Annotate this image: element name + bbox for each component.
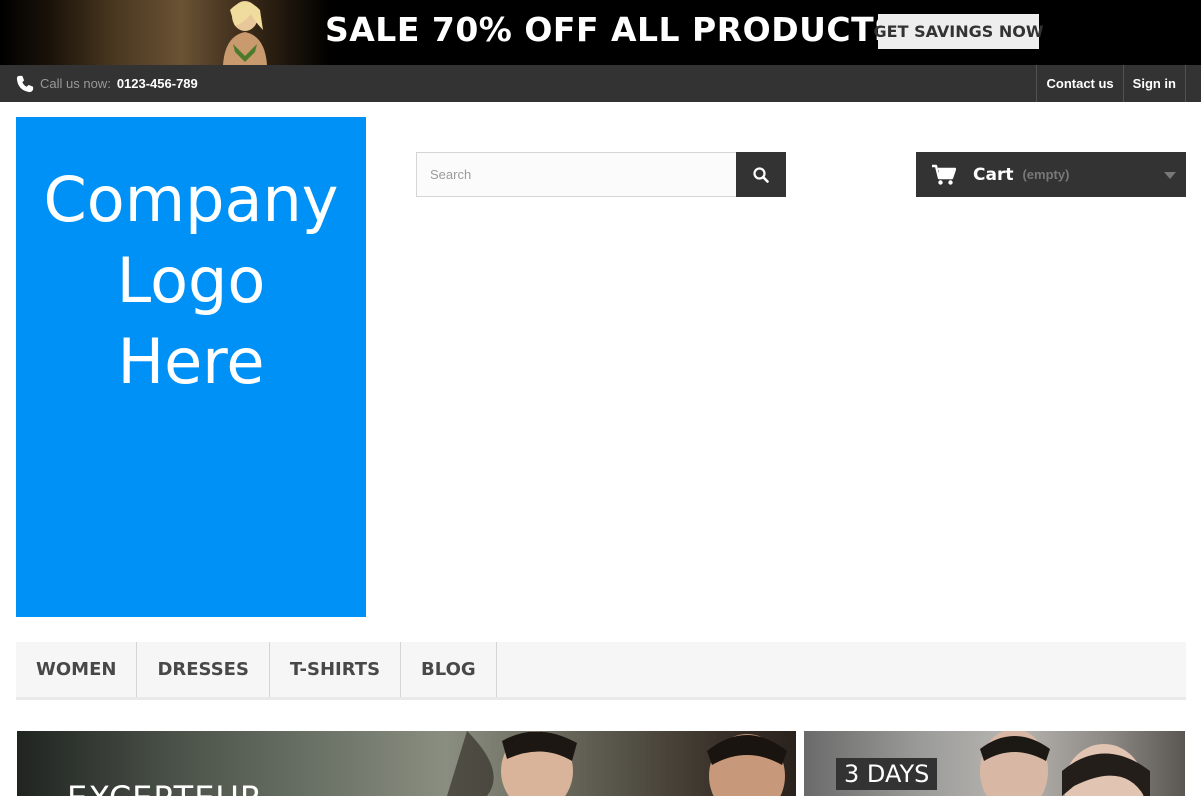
slider-model-image — [707, 734, 787, 796]
top-nav-bar: Call us now: 0123-456-789 Contact us Sig… — [0, 65, 1201, 102]
account-links: Contact us Sign in — [1036, 65, 1186, 102]
search-input[interactable] — [416, 152, 736, 197]
menu-item-dresses[interactable]: DRESSES — [137, 642, 270, 697]
logo-line: Logo — [116, 244, 266, 317]
get-savings-button[interactable]: GET SAVINGS NOW — [874, 14, 1043, 49]
company-logo[interactable]: Company Logo Here — [16, 117, 366, 617]
chevron-down-icon — [1164, 172, 1176, 179]
logo-line: Here — [117, 325, 265, 398]
cart-status: (empty) — [1022, 167, 1070, 182]
promo-headline: SALE 70% OFF ALL PRODUCTS — [325, 10, 899, 49]
logo-line: Company — [43, 163, 339, 236]
cart-icon — [932, 164, 956, 185]
phone-contact: Call us now: 0123-456-789 — [16, 65, 198, 102]
search-icon — [753, 166, 769, 183]
menu-item-t-shirts[interactable]: T-SHIRTS — [270, 642, 402, 697]
home-slider-banner[interactable]: EXCEPTEUR — [17, 731, 796, 796]
side-banner-tag: 3 DAYS — [836, 758, 938, 790]
cart-label: Cart — [973, 164, 1014, 185]
promo-banner[interactable]: SALE 70% OFF ALL PRODUCTS GET SAVINGS NO… — [0, 0, 1201, 65]
search-form — [416, 152, 786, 197]
menu-item-blog[interactable]: BLOG — [401, 642, 497, 697]
side-banner-image — [980, 731, 1150, 796]
search-button[interactable] — [736, 152, 786, 197]
main-menu: WOMEN DRESSES T-SHIRTS BLOG — [16, 642, 1186, 700]
contact-us-link[interactable]: Contact us — [1036, 65, 1122, 102]
slider-title: EXCEPTEUR — [67, 779, 263, 796]
cart-button[interactable]: Cart (empty) — [916, 152, 1186, 197]
phone-label: Call us now: — [40, 76, 111, 91]
slider-model-image — [447, 731, 577, 796]
sign-in-link[interactable]: Sign in — [1122, 65, 1186, 102]
side-promo-banner[interactable]: 3 DAYS — [804, 731, 1185, 796]
promo-model-image — [223, 1, 267, 65]
menu-item-women[interactable]: WOMEN — [16, 642, 138, 697]
phone-number: 0123-456-789 — [116, 76, 198, 91]
phone-icon — [16, 75, 34, 92]
